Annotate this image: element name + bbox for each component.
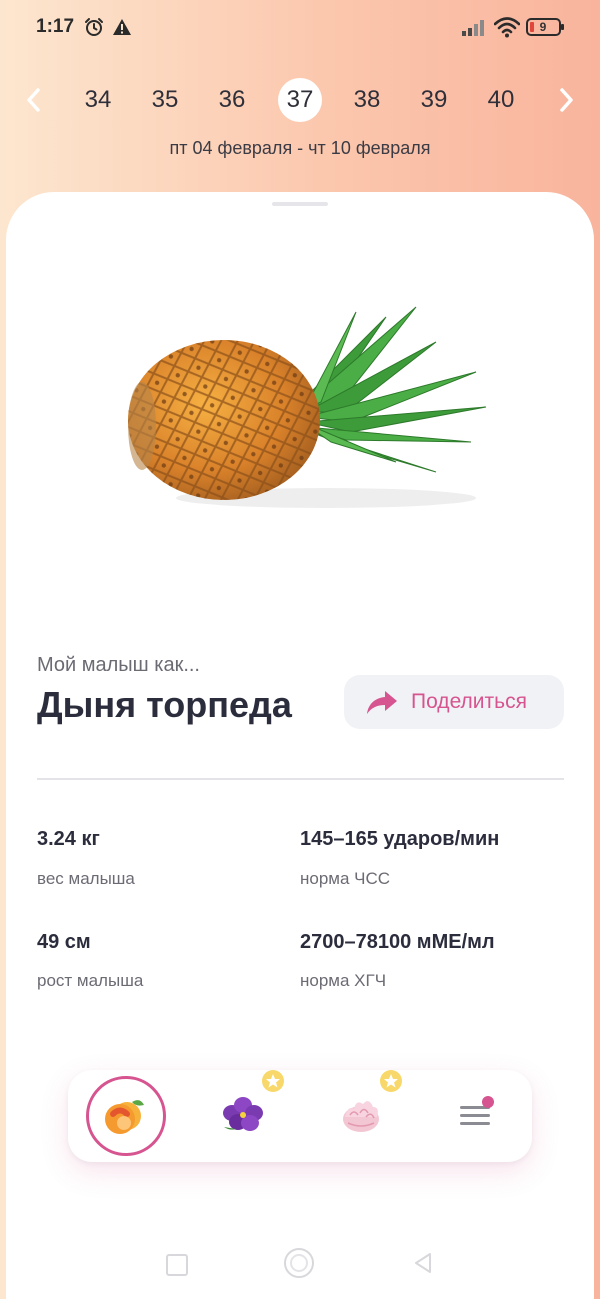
divider [37,778,564,780]
drag-handle[interactable] [272,202,328,206]
baby-size-card: Мой малыш как... Дыня торпеда Поделиться… [6,192,594,1299]
week-selector: 34 35 36 37 38 39 40 [0,72,600,128]
share-button[interactable]: Поделиться [344,675,564,729]
week-39[interactable]: 39 [412,78,456,122]
baby-size-caption: Мой малыш как... [37,654,200,676]
battery-level: 9 [539,20,547,34]
signal-icon [462,20,484,36]
share-arrow-icon [367,691,397,714]
status-bar: 1:17 9 [0,0,600,56]
height-value: 49 см [37,931,91,953]
alarm-icon [85,18,103,36]
week-35[interactable]: 35 [143,78,187,122]
week-40[interactable]: 40 [479,78,523,122]
tab-flower[interactable] [204,1070,284,1156]
notification-dot [482,1096,494,1108]
recent-apps-button[interactable] [166,1254,188,1276]
share-label: Поделиться [411,690,527,713]
pineapple-image [128,306,487,508]
week-37-selected[interactable]: 37 [278,78,322,122]
baby-size-name: Дыня торпеда [37,684,292,725]
week-36[interactable]: 36 [210,78,254,122]
star-badge-icon [262,1070,284,1092]
battery-icon: 9 [526,17,566,37]
weight-label: вес малыша [37,869,135,888]
home-button[interactable] [284,1248,314,1278]
star-badge-icon [380,1070,402,1092]
hcg-label: норма ХГЧ [300,971,387,990]
heart-rate-value: 145–165 ударов/мин [300,828,500,850]
wifi-icon [494,17,520,38]
heart-rate-label: норма ЧСС [300,869,391,888]
hcg-value: 2700–78100 мМЕ/мл [300,931,495,953]
bottom-tab-bar [68,1070,532,1162]
status-time: 1:17 [36,16,75,37]
chevron-left-icon[interactable] [22,86,46,114]
week-38[interactable]: 38 [345,78,389,122]
tab-baby-size[interactable] [86,1076,166,1156]
week-date-range: пт 04 февраля - чт 10 февраля [169,138,431,158]
back-triangle-icon[interactable] [412,1252,434,1274]
chevron-right-icon[interactable] [554,86,578,114]
tab-marshmallow[interactable] [322,1070,402,1156]
height-label: рост малыша [37,971,144,990]
marshmallow-icon [343,1101,379,1132]
week-34[interactable]: 34 [76,78,120,122]
warning-icon [113,19,131,35]
violet-flower-icon [223,1097,263,1131]
peach-icon [105,1100,144,1134]
weight-value: 3.24 кг [37,828,100,850]
